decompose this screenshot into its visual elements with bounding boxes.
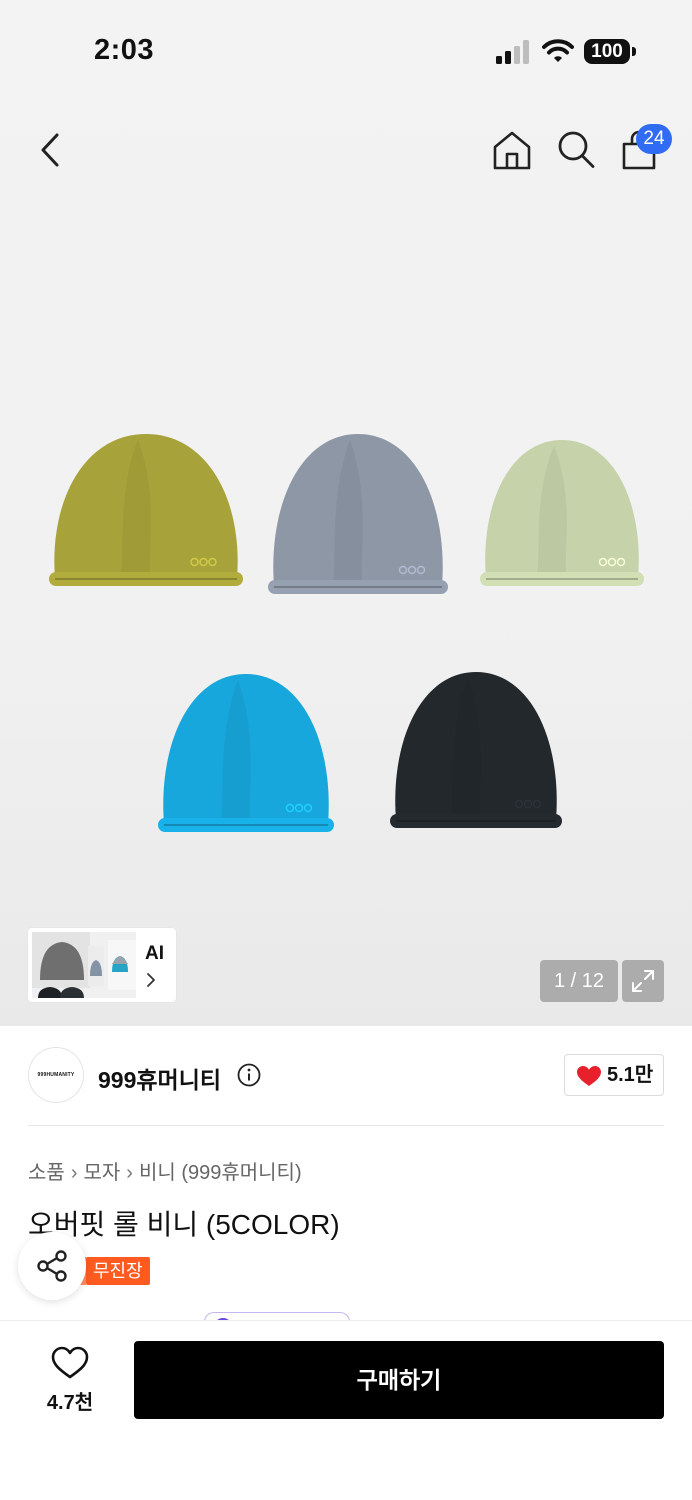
breadcrumb-item[interactable]: 모자 <box>83 1162 120 1184</box>
beanie-image-5 <box>390 672 562 828</box>
wifi-icon <box>542 39 574 62</box>
shipping-tag-badge: 무진장 <box>86 1257 150 1285</box>
ai-recommendation-thumbnail[interactable]: AI <box>28 928 176 1002</box>
brand-logo-text: 999HUMANITY <box>37 1072 75 1078</box>
chevron-right-icon: › <box>126 1162 133 1184</box>
beanie-image-4 <box>158 674 334 832</box>
breadcrumb: 소품 › 모자 › 비니 (999휴머니티) <box>28 1156 302 1185</box>
status-time: 2:03 <box>94 34 155 66</box>
info-icon[interactable] <box>237 1063 261 1087</box>
share-icon <box>37 1250 67 1282</box>
share-button[interactable] <box>18 1232 86 1300</box>
breadcrumb-item[interactable]: 비니 (999휴머니티) <box>139 1162 302 1184</box>
cart-count-badge: 24 <box>636 124 672 154</box>
product-main-image[interactable] <box>0 400 692 860</box>
ai-label: AI <box>145 943 164 964</box>
heart-outline-icon[interactable] <box>51 1346 89 1380</box>
chevron-right-icon <box>147 973 155 987</box>
wishlist-count: 4.7천 <box>46 1392 94 1414</box>
brand-like-count: 5.1만 <box>607 1064 654 1086</box>
beanie-image-1 <box>49 434 243 586</box>
home-icon[interactable] <box>490 128 534 172</box>
section-divider <box>28 1125 664 1126</box>
brand-like-button[interactable]: 5.1만 <box>564 1054 664 1096</box>
expand-icon <box>632 970 654 992</box>
expand-image-button[interactable] <box>622 960 664 1002</box>
beanie-image-2 <box>268 434 448 594</box>
chevron-right-icon: › <box>70 1162 78 1184</box>
buy-button[interactable]: 구매하기 <box>134 1341 664 1419</box>
brand-name[interactable]: 999휴머니티 <box>98 1061 221 1095</box>
search-icon[interactable] <box>554 128 598 172</box>
heart-filled-icon <box>577 1066 601 1086</box>
breadcrumb-item[interactable]: 소품 <box>28 1162 65 1184</box>
product-title: 오버핏 롤 비니 (5COLOR) <box>28 1209 340 1240</box>
cellular-signal-icon <box>496 40 529 64</box>
brand-logo[interactable]: 999HUMANITY <box>28 1047 84 1103</box>
ai-thumbnail-image <box>32 932 136 998</box>
battery-level: 100 <box>591 41 623 62</box>
beanie-image-3 <box>480 440 644 586</box>
back-arrow-icon[interactable] <box>30 128 70 172</box>
image-page-counter: 1 / 12 <box>540 960 618 1002</box>
battery-indicator: 100 <box>584 39 636 64</box>
